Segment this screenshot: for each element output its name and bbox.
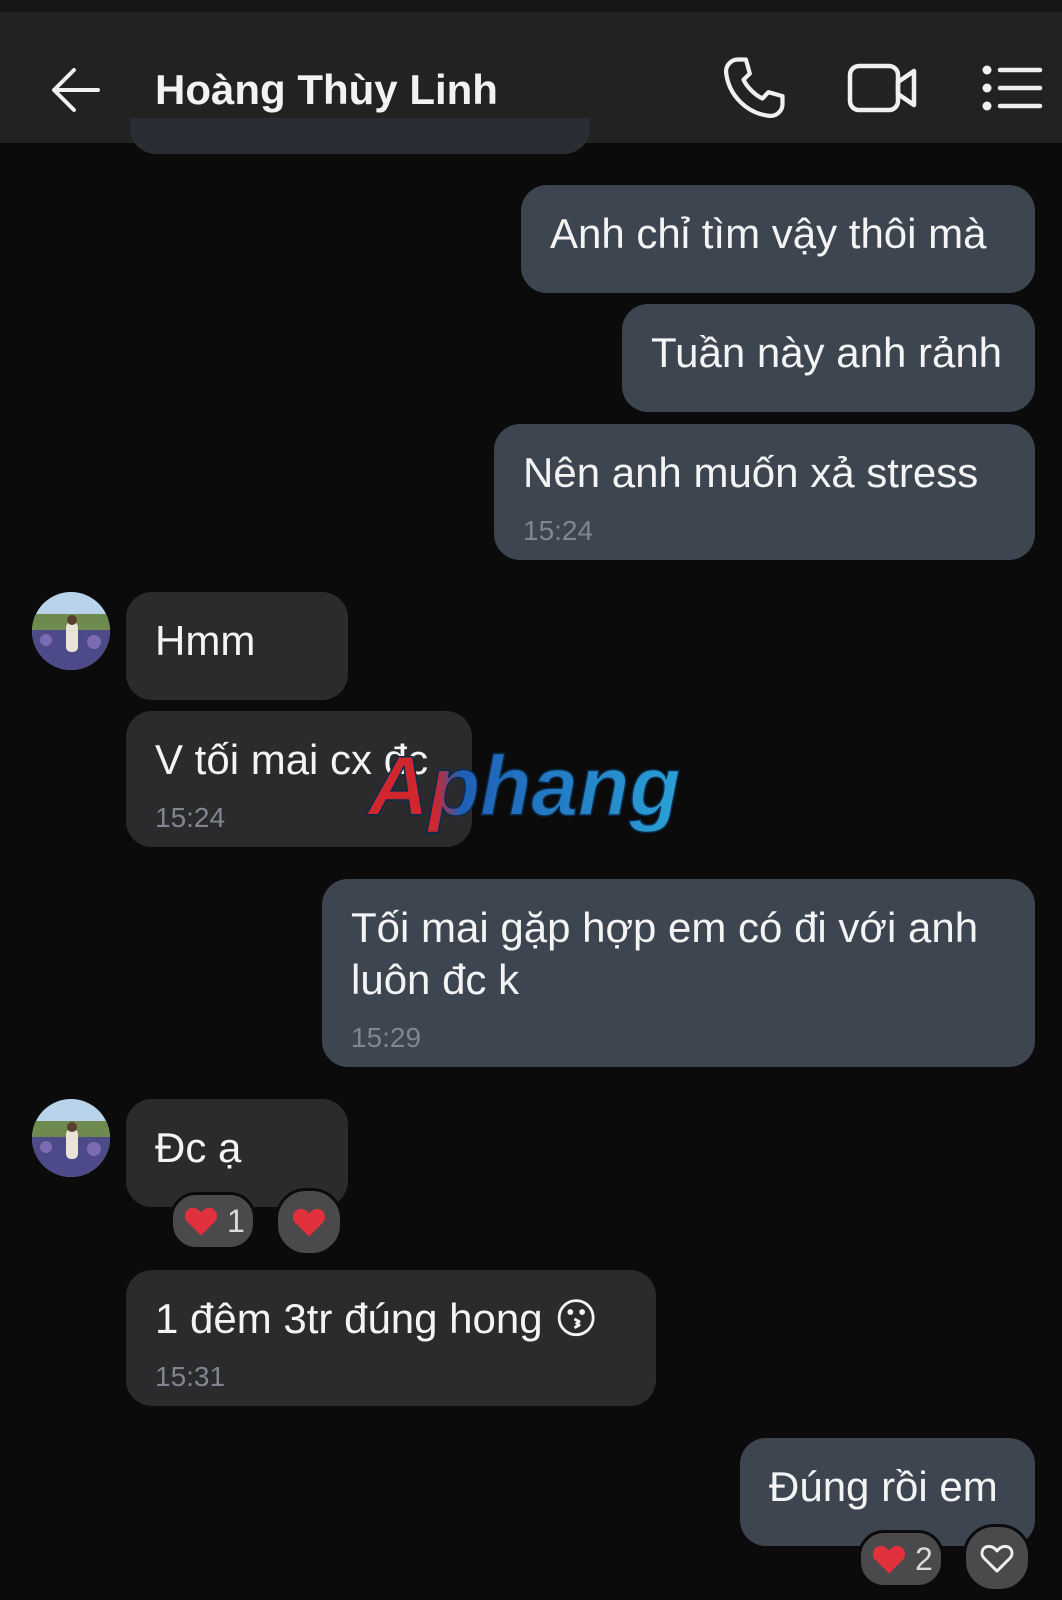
- heart-icon: [872, 1545, 906, 1574]
- message-text: Tuần này anh rảnh: [651, 329, 1003, 376]
- contact-name[interactable]: Hoàng Thùy Linh: [155, 54, 498, 126]
- avatar-photo: [32, 592, 110, 670]
- message-text: Hmm: [155, 617, 256, 664]
- back-arrow-icon[interactable]: [48, 62, 104, 118]
- phone-icon[interactable]: [718, 52, 790, 124]
- outgoing-message[interactable]: Anh chỉ tìm vậy thôi mà: [521, 185, 1035, 293]
- message-timestamp: 15:24: [155, 802, 226, 833]
- previous-message-bubble: [130, 118, 590, 154]
- heart-icon: [184, 1207, 218, 1236]
- message-timestamp: 15:29: [351, 1022, 422, 1053]
- outgoing-message[interactable]: Nên anh muốn xả stress 15:24: [494, 424, 1035, 560]
- add-reaction-button[interactable]: [963, 1524, 1031, 1592]
- incoming-message[interactable]: Hmm: [126, 592, 348, 700]
- reaction-count: 1: [227, 1203, 245, 1239]
- outgoing-message[interactable]: Tuần này anh rảnh: [622, 304, 1035, 412]
- video-camera-icon[interactable]: [846, 56, 918, 120]
- contact-avatar[interactable]: [32, 1099, 110, 1177]
- reaction-heart-count[interactable]: 2: [858, 1530, 944, 1588]
- message-text: Anh chỉ tìm vậy thôi mà: [550, 210, 987, 257]
- message-timestamp: 15:24: [523, 515, 594, 546]
- watermark-text: Aphang: [366, 745, 681, 833]
- message-text: Tối mai gặp hợp em có đi với anh luôn đc…: [351, 904, 979, 1003]
- outgoing-message[interactable]: Tối mai gặp hợp em có đi với anh luôn đc…: [322, 879, 1035, 1067]
- status-bar: [0, 0, 1062, 12]
- heart-outline-icon: [980, 1544, 1014, 1573]
- avatar-photo: [32, 1099, 110, 1177]
- menu-list-icon[interactable]: [980, 60, 1044, 116]
- reaction-count: 2: [915, 1541, 933, 1577]
- heart-icon: [292, 1208, 326, 1237]
- message-text: Đúng rồi em: [769, 1463, 998, 1510]
- add-heart-reaction-button[interactable]: [275, 1188, 343, 1256]
- incoming-message[interactable]: 1 đêm 3tr đúng hong 😗 15:31: [126, 1270, 656, 1406]
- message-text: Đc ạ: [155, 1124, 242, 1171]
- watermark-logo: Aphang: [365, 745, 681, 834]
- contact-avatar[interactable]: [32, 592, 110, 670]
- message-text: 1 đêm 3tr đúng hong 😗: [155, 1295, 599, 1342]
- message-timestamp: 15:31: [155, 1361, 226, 1392]
- reaction-heart-count[interactable]: 1: [170, 1192, 256, 1250]
- message-text: Nên anh muốn xả stress: [523, 449, 979, 496]
